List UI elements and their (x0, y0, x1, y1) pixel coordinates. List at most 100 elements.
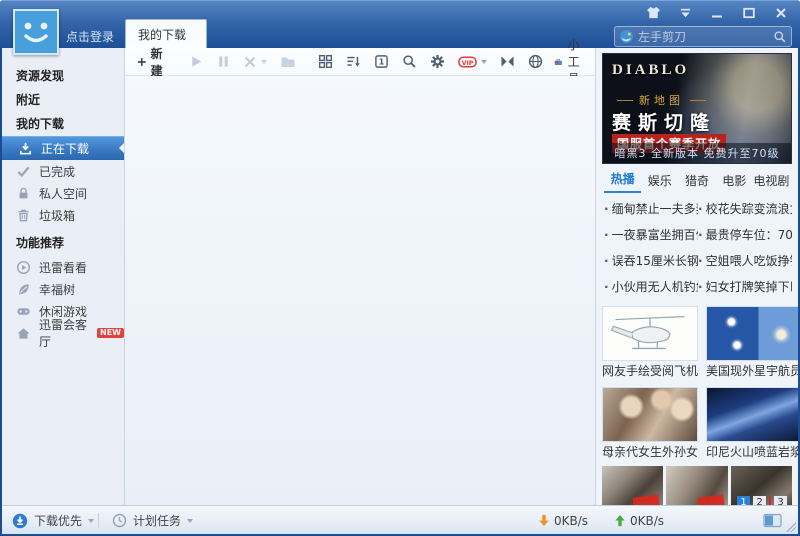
app-window: 点击登录 我的下载 (0, 0, 800, 536)
statusbar: 下载优先 计划任务 0KB/s 0KB/s (2, 505, 798, 534)
sidebar-item-label: 垃圾箱 (39, 207, 75, 224)
settings-gear-icon (430, 54, 445, 69)
sidebar-item-label: 已完成 (39, 163, 75, 180)
close-icon[interactable] (768, 4, 794, 21)
sidebar: 资源发现 附近 我的下载 正在下载 已完成 私人空间 垃圾箱 (2, 48, 125, 505)
image-card[interactable]: 母亲代女生外孙女 (602, 387, 698, 462)
image-caption[interactable]: 母亲代女生外孙女 (602, 442, 698, 462)
sidebar-item-nearby[interactable]: 附近 (2, 88, 124, 112)
start-button[interactable] (187, 52, 206, 71)
vip-dropdown-caret[interactable] (481, 60, 487, 64)
search-tasks-button[interactable] (400, 52, 419, 71)
pager-page-3[interactable]: 3 (774, 496, 787, 505)
upload-speed-value: 0KB/s (630, 514, 664, 528)
schedule-tasks-button[interactable]: 计划任务 (112, 506, 193, 535)
kankan-play-icon (16, 260, 31, 275)
download-mode-button[interactable]: 下载优先 (12, 506, 94, 535)
view-mode-button[interactable] (316, 52, 335, 71)
pause-button[interactable] (215, 52, 232, 71)
trash-icon (16, 208, 31, 223)
tray-icon[interactable] (672, 4, 698, 21)
image-caption[interactable]: 美国现外星宇航员 (706, 361, 798, 381)
main-content: 新建 1 (125, 48, 595, 505)
login-button[interactable]: 点击登录 (66, 28, 114, 45)
sidebar-item-label: 迅雷会客厅 (39, 316, 89, 350)
sidebar-item-downloading[interactable]: 正在下载 (2, 136, 124, 160)
minimize-icon[interactable] (704, 4, 730, 21)
open-folder-button[interactable] (278, 53, 298, 71)
red-sticker (633, 494, 660, 505)
image-caption[interactable]: 印尼火山喷蓝岩浆 (706, 442, 798, 462)
news-tab-tv[interactable]: 电视剧 (753, 172, 790, 193)
sidebar-item-label: 迅雷看看 (39, 259, 87, 276)
delete-button[interactable] (241, 53, 269, 71)
downloading-icon (18, 141, 33, 156)
download-mode-label: 下载优先 (34, 512, 82, 529)
news-tab-hot[interactable]: 热播 (604, 170, 641, 193)
avatar[interactable] (13, 9, 59, 55)
panel-toggle-icon (763, 513, 782, 528)
news-tab-entertainment[interactable]: 娱乐 (641, 172, 678, 193)
batch-rename-button[interactable]: 1 (372, 52, 391, 71)
play-icon (189, 54, 204, 69)
clock-icon (112, 513, 127, 528)
delete-dropdown-caret[interactable] (261, 60, 267, 64)
blue-lava-volcano-image[interactable] (706, 387, 798, 442)
image-card[interactable]: 印尼火山喷蓝岩浆 (706, 387, 798, 462)
news-link[interactable]: 妇女打牌笑掉下巴 (698, 274, 792, 300)
vip-icon: VIP (458, 55, 477, 69)
download-task-list[interactable] (125, 76, 595, 505)
sidebar-item-kankan[interactable]: 迅雷看看 (2, 256, 124, 278)
search-input[interactable] (634, 30, 773, 44)
new-task-button[interactable]: 新建 (135, 43, 169, 81)
maximize-icon[interactable] (736, 4, 762, 21)
toolbox-icon (554, 55, 563, 69)
news-link[interactable]: 缅甸禁止一夫多妻 (604, 196, 698, 222)
upload-speed: 0KB/s (614, 506, 664, 535)
news-link[interactable]: 校花失踪变流浪女 (698, 196, 792, 222)
new-badge: NEW (97, 328, 124, 338)
carousel-image[interactable] (666, 466, 727, 505)
sidebar-item-happiness-tree[interactable]: 幸福树 (2, 278, 124, 300)
image-card[interactable]: 网友手绘受阅飞机 (602, 306, 698, 381)
resize-grip[interactable] (786, 522, 796, 532)
settings-button[interactable] (428, 52, 447, 71)
browser-globe-icon (528, 54, 543, 69)
sort-button[interactable] (344, 52, 363, 71)
download-arrow-icon (538, 514, 550, 527)
mode-dropdown-caret[interactable] (88, 519, 94, 523)
search-box[interactable] (614, 26, 792, 47)
alien-astronaut-image[interactable] (706, 306, 798, 361)
sidebar-item-label: 私人空间 (39, 185, 87, 202)
news-tab-novelty[interactable]: 猎奇 (678, 172, 715, 193)
news-link[interactable]: 误吞15厘米长钢勺 (604, 248, 698, 274)
pager-page-2[interactable]: 2 (753, 496, 766, 505)
vip-acceleration-button[interactable]: VIP (456, 53, 489, 71)
news-link[interactable]: 最贵停车位：70万 (698, 222, 792, 248)
schedule-tasks-label: 计划任务 (133, 512, 181, 529)
ad-banner-diablo[interactable]: DIABLO 新地图 赛斯切隆 国服首个赛季开放 暗黑3 全新版本 免费升至70… (602, 53, 792, 164)
pager-page-1[interactable]: 1 (737, 496, 750, 505)
sidebar-item-discover[interactable]: 资源发现 (2, 64, 124, 88)
home-icon (16, 326, 31, 341)
helicopter-sketch-image[interactable] (602, 306, 698, 361)
schedule-dropdown-caret[interactable] (187, 519, 193, 523)
carousel-image[interactable] (602, 466, 663, 505)
sidebar-item-lounge[interactable]: 迅雷会客厅 NEW (2, 322, 124, 344)
sidebar-item-completed[interactable]: 已完成 (2, 160, 124, 182)
private-lock-icon (16, 186, 31, 201)
news-tab-movies[interactable]: 电影 (716, 172, 753, 193)
sidebar-item-private-space[interactable]: 私人空间 (2, 182, 124, 204)
skin-icon[interactable] (640, 4, 666, 21)
sidebar-item-trash[interactable]: 垃圾箱 (2, 204, 124, 226)
news-link[interactable]: 小伙用无人机钓鱼 (604, 274, 698, 300)
image-card[interactable]: 美国现外星宇航员 (706, 306, 798, 381)
news-link[interactable]: 一夜暴富坐拥百亿 (604, 222, 698, 248)
family-photo-image[interactable] (602, 387, 698, 442)
media-button[interactable] (498, 53, 517, 70)
news-link[interactable]: 空姐喂人吃饭挣钱 (698, 248, 792, 274)
toggle-panel-button[interactable] (763, 506, 782, 535)
browser-button[interactable] (526, 52, 545, 71)
image-caption[interactable]: 网友手绘受阅飞机 (602, 361, 698, 381)
search-icon[interactable] (773, 30, 787, 44)
